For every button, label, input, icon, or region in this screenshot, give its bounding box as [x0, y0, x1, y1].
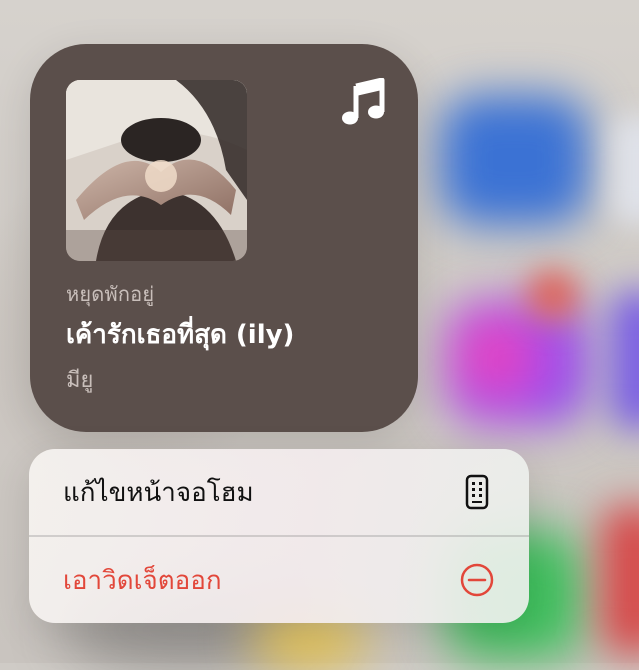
album-artwork: [66, 80, 247, 261]
song-title: เค้ารักเธอที่สุด (ily): [66, 320, 295, 350]
playback-status: หยุดพักอยู่: [66, 282, 155, 306]
blurred-app-icon: [445, 300, 590, 425]
blurred-app-icon: [612, 115, 639, 225]
minus-circle-icon: [459, 562, 495, 598]
remove-widget-menu-item[interactable]: เอาวิดเจ็ตออก: [29, 537, 529, 623]
menu-item-label: เอาวิดเจ็ตออก: [63, 565, 222, 596]
phone-icon: [459, 474, 495, 510]
music-note-icon: [342, 77, 386, 126]
artist-name: มียู: [66, 368, 94, 393]
edit-home-screen-menu-item[interactable]: แก้ไขหน้าจอโฮม: [29, 449, 529, 535]
menu-item-label: แก้ไขหน้าจอโฮม: [63, 477, 254, 508]
blurred-app-icon: [440, 95, 590, 225]
blurred-app-icon: [600, 505, 639, 655]
context-menu: แก้ไขหน้าจอโฮม เอาวิดเจ็ตออก: [29, 449, 529, 623]
blurred-app-icon: [610, 290, 639, 430]
blurred-notification-badge: [528, 270, 578, 320]
music-widget[interactable]: หยุดพักอยู่ เค้ารักเธอที่สุด (ily) มียู: [30, 44, 418, 432]
